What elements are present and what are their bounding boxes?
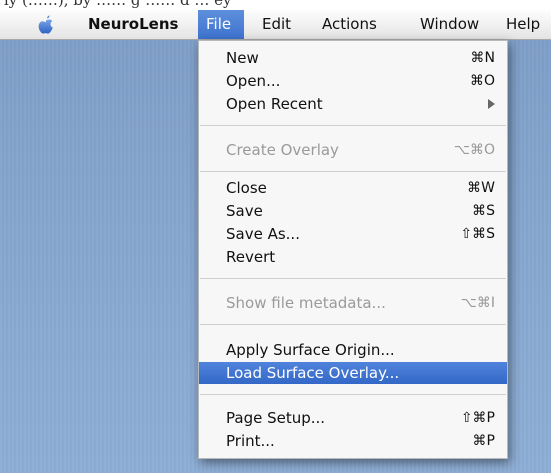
menu-item-open-recent[interactable]: Open Recent: [199, 93, 507, 115]
menu-separator: [200, 278, 506, 279]
submenu-arrow-icon: [488, 99, 495, 109]
menu-item-label: Create Overlay: [226, 141, 339, 159]
menu-item-create-overlay: Create Overlay ⌥⌘O: [199, 139, 507, 161]
menu-item-shortcut: ⇧⌘S: [460, 226, 495, 242]
menubar: NeuroLens File Edit Actions Window Help: [0, 10, 551, 40]
menu-item-shortcut: ⇧⌘P: [460, 410, 495, 426]
menu-item-label: Save As...: [226, 225, 300, 243]
menu-item-label: Open Recent: [226, 95, 323, 113]
menu-item-save[interactable]: Save ⌘S: [199, 200, 507, 222]
menu-window[interactable]: Window: [412, 10, 487, 39]
apple-icon[interactable]: [36, 14, 56, 36]
menu-item-new[interactable]: New ⌘N: [199, 47, 507, 69]
menu-item-label: Print...: [226, 432, 275, 450]
menu-item-shortcut: ⌥⌘I: [460, 295, 495, 311]
menu-item-label: New: [226, 49, 259, 67]
menu-item-shortcut: ⌘W: [467, 180, 495, 196]
menu-item-shortcut: ⌘O: [469, 73, 495, 89]
menu-item-close[interactable]: Close ⌘W: [199, 177, 507, 199]
menu-item-page-setup[interactable]: Page Setup... ⇧⌘P: [199, 407, 507, 429]
menu-item-label: Apply Surface Origin...: [226, 341, 395, 359]
menu-help[interactable]: Help: [498, 10, 548, 39]
menu-item-shortcut: ⌥⌘O: [453, 142, 495, 158]
menu-item-apply-surface-origin[interactable]: Apply Surface Origin...: [199, 339, 507, 361]
menu-item-label: Save: [226, 202, 263, 220]
menu-item-shortcut: ⌘S: [472, 203, 495, 219]
menu-item-label: Load Surface Overlay...: [226, 364, 400, 382]
menu-edit[interactable]: Edit: [254, 10, 299, 39]
menu-separator: [200, 171, 506, 172]
caption-text: ly (……), by …… g …… d … ey: [4, 0, 232, 9]
menu-file[interactable]: File: [198, 10, 244, 39]
file-menu-dropdown: New ⌘N Open... ⌘O Open Recent Create Ove…: [198, 40, 508, 459]
menu-item-open[interactable]: Open... ⌘O: [199, 70, 507, 92]
menu-item-show-file-metadata: Show file metadata... ⌥⌘I: [199, 292, 507, 314]
menu-item-shortcut: ⌘N: [470, 50, 495, 66]
menu-separator: [200, 394, 506, 395]
menu-item-label: Open...: [226, 72, 281, 90]
menu-item-label: Revert: [226, 248, 276, 266]
menu-item-save-as[interactable]: Save As... ⇧⌘S: [199, 223, 507, 245]
caption-fragment: ly (……), by …… g …… d … ey: [0, 0, 551, 10]
menu-item-label: Show file metadata...: [226, 294, 386, 312]
menu-separator: [200, 125, 506, 126]
menu-item-shortcut: ⌘P: [472, 433, 495, 449]
menu-item-load-surface-overlay[interactable]: Load Surface Overlay...: [199, 362, 507, 384]
menu-app-name[interactable]: NeuroLens: [80, 10, 186, 39]
menu-actions[interactable]: Actions: [314, 10, 385, 39]
menu-item-label: Close: [226, 179, 267, 197]
menu-separator: [200, 324, 506, 325]
menu-item-label: Page Setup...: [226, 409, 326, 427]
menu-item-print[interactable]: Print... ⌘P: [199, 430, 507, 452]
menu-item-revert[interactable]: Revert: [199, 246, 507, 268]
